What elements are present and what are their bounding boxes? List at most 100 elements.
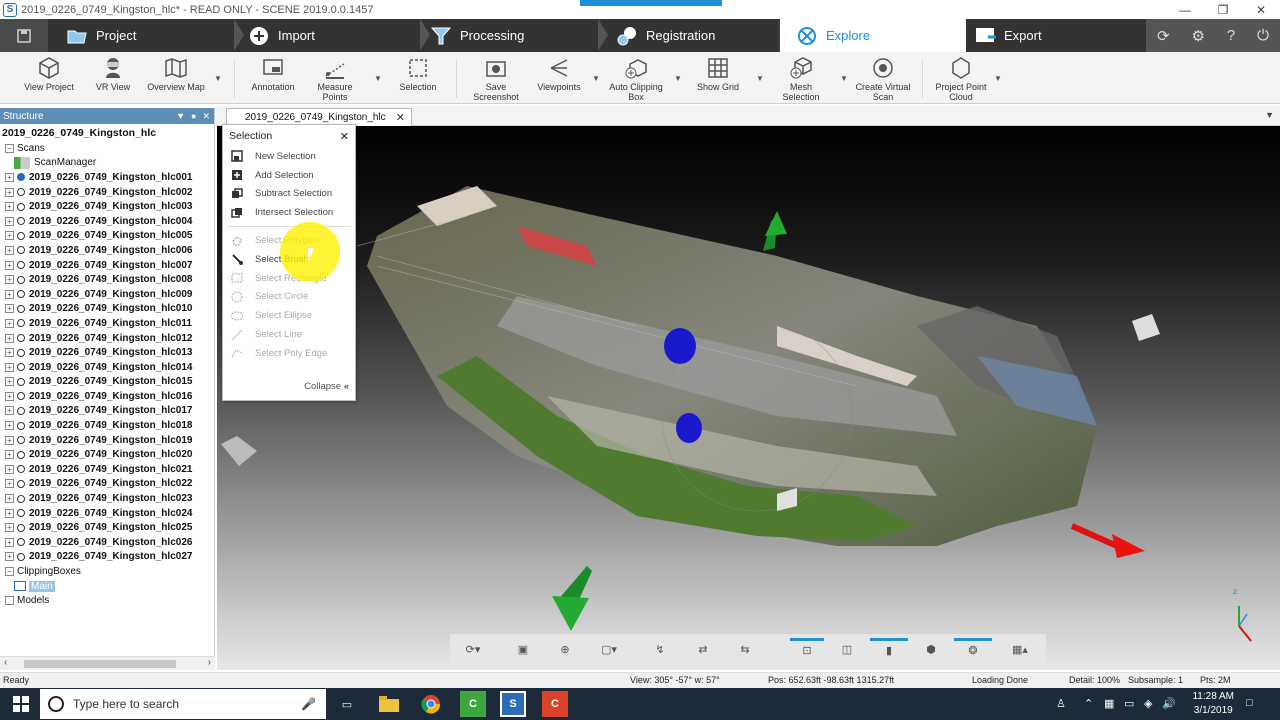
tab-import[interactable]: Import	[234, 19, 420, 52]
clipping-boxes-node[interactable]: − ClippingBoxes	[2, 564, 214, 579]
expand-icon[interactable]: +	[5, 304, 14, 314]
expand-icon[interactable]: +	[5, 216, 14, 226]
zoom-icon[interactable]: ⊕	[552, 638, 578, 660]
circle-menu-item[interactable]: Select Circle	[223, 288, 355, 307]
scan-item[interactable]: +2019_0226_0749_Kingston_hlc003	[2, 199, 214, 214]
scan-item[interactable]: +2019_0226_0749_Kingston_hlc012	[2, 331, 214, 346]
box-icon[interactable]: ⬢	[918, 638, 944, 660]
panel-menu-icon[interactable]: ▼	[176, 111, 185, 122]
view-project-button[interactable]: View Project	[20, 56, 78, 92]
wifi-icon[interactable]: ◈	[1144, 697, 1152, 710]
scan-item[interactable]: +2019_0226_0749_Kingston_hlc027	[2, 550, 214, 565]
expand-icon[interactable]: +	[5, 289, 14, 299]
line-menu-item[interactable]: Select Line	[223, 325, 355, 344]
overview-map-button[interactable]: Overview Map	[144, 56, 208, 92]
expand-icon[interactable]: +	[5, 318, 14, 328]
expand-icon[interactable]: +	[5, 508, 14, 518]
scan-item[interactable]: +2019_0226_0749_Kingston_hlc018	[2, 418, 214, 433]
tray-up-icon[interactable]: ⌃	[1084, 697, 1093, 710]
task-view-icon[interactable]: ▭	[334, 691, 360, 717]
collapse-button[interactable]: Collapse «	[304, 381, 349, 392]
restore-icon[interactable]: ❐	[1204, 0, 1242, 19]
scan-item[interactable]: +2019_0226_0749_Kingston_hlc004	[2, 214, 214, 229]
volume-icon[interactable]: 🔊	[1162, 697, 1176, 710]
expand-icon[interactable]: +	[5, 202, 14, 212]
expand-icon[interactable]: +	[5, 464, 14, 474]
grid-points-icon[interactable]: ❂	[954, 638, 992, 660]
battery-icon[interactable]: ▭	[1124, 697, 1134, 710]
overview-map-dropdown[interactable]: ▼	[214, 74, 222, 83]
scan-item[interactable]: +2019_0226_0749_Kingston_hlc009	[2, 287, 214, 302]
ellipse-menu-item[interactable]: Select Ellipse	[223, 306, 355, 325]
scan-item[interactable]: +2019_0226_0749_Kingston_hlc011	[2, 316, 214, 331]
add-selection-menu-item[interactable]: Add Selection	[223, 166, 355, 185]
project-root[interactable]: 2019_0226_0749_Kingston_hlc	[2, 125, 214, 141]
subtract-selection-menu-item[interactable]: Subtract Selection	[223, 185, 355, 204]
save-icon[interactable]	[0, 19, 48, 52]
scan-item[interactable]: +2019_0226_0749_Kingston_hlc021	[2, 462, 214, 477]
taskbar-search[interactable]: Type here to search 🎤	[40, 689, 326, 719]
models-node[interactable]: Models	[2, 593, 214, 608]
slice-icon[interactable]: ▮	[870, 638, 908, 660]
scan-item[interactable]: +2019_0226_0749_Kingston_hlc013	[2, 345, 214, 360]
flip-icon[interactable]: ⇄	[690, 638, 716, 660]
collapse-icon[interactable]: −	[5, 143, 14, 153]
vr-view-button[interactable]: VR View	[92, 56, 134, 92]
chrome-icon[interactable]	[418, 691, 444, 717]
scan-item[interactable]: +2019_0226_0749_Kingston_hlc010	[2, 302, 214, 317]
rotate-icon[interactable]: ⟳▾	[460, 638, 486, 660]
scan-item[interactable]: +2019_0226_0749_Kingston_hlc017	[2, 404, 214, 419]
scan-item[interactable]: +2019_0226_0749_Kingston_hlc022	[2, 477, 214, 492]
tab-explore[interactable]: Explore	[780, 19, 966, 52]
show-grid-dropdown[interactable]: ▼	[756, 74, 764, 83]
scan-item[interactable]: +2019_0226_0749_Kingston_hlc007	[2, 258, 214, 273]
scan-item[interactable]: +2019_0226_0749_Kingston_hlc020	[2, 447, 214, 462]
app-green-icon[interactable]: C	[460, 691, 486, 717]
scan-item[interactable]: +2019_0226_0749_Kingston_hlc026	[2, 535, 214, 550]
close-icon[interactable]: ✕	[1242, 0, 1280, 19]
expand-icon[interactable]: +	[5, 348, 14, 358]
poly-edge-menu-item[interactable]: Select Poly Edge	[223, 344, 355, 363]
show-grid-button[interactable]: Show Grid	[696, 56, 740, 92]
app-red-icon[interactable]: C	[542, 691, 568, 717]
tab-export[interactable]: Export	[966, 19, 1146, 52]
scroll-thumb[interactable]	[24, 660, 176, 668]
layout-grid-icon[interactable]: ▦▴	[1002, 638, 1038, 660]
save-screenshot-button[interactable]: Save Screenshot	[468, 56, 524, 102]
scan-item[interactable]: +2019_0226_0749_Kingston_hlc025	[2, 520, 214, 535]
scroll-left-icon[interactable]: ‹	[4, 657, 7, 668]
scan-item[interactable]: +2019_0226_0749_Kingston_hlc015	[2, 375, 214, 390]
close-tab-icon[interactable]: ✕	[396, 111, 405, 124]
mesh-selection-button[interactable]: Mesh Selection	[776, 56, 826, 102]
panel-close-icon[interactable]: ✕	[202, 111, 210, 122]
help-icon[interactable]: ?	[1227, 27, 1235, 44]
scan-item[interactable]: +2019_0226_0749_Kingston_hlc024	[2, 506, 214, 521]
scroll-right-icon[interactable]: ›	[208, 657, 211, 668]
scans-node[interactable]: − Scans	[2, 141, 214, 156]
new-selection-menu-item[interactable]: New Selection	[223, 147, 355, 166]
pin-icon[interactable]: ●	[191, 111, 196, 122]
expand-icon[interactable]: +	[5, 187, 14, 197]
expand-icon[interactable]: +	[5, 523, 14, 533]
project-point-cloud-dropdown[interactable]: ▼	[994, 74, 1002, 83]
expand-icon[interactable]: +	[5, 260, 14, 270]
intersect-selection-menu-item[interactable]: Intersect Selection	[223, 203, 355, 222]
split-view-icon[interactable]: ◫	[834, 638, 860, 660]
expand-icon[interactable]: +	[5, 377, 14, 387]
file-explorer-icon[interactable]	[376, 691, 402, 717]
point-cloud-viewport[interactable]: z	[217, 126, 1280, 670]
gear-icon[interactable]: ⚙	[1191, 27, 1204, 45]
scan-item[interactable]: +2019_0226_0749_Kingston_hlc016	[2, 389, 214, 404]
scan-item[interactable]: +2019_0226_0749_Kingston_hlc006	[2, 243, 214, 258]
scene-app-icon[interactable]: S	[500, 691, 526, 717]
measure-points-dropdown[interactable]: ▼	[374, 74, 382, 83]
expand-icon[interactable]: +	[5, 494, 14, 504]
expand-icon[interactable]: +	[5, 537, 14, 547]
scan-item[interactable]: +2019_0226_0749_Kingston_hlc019	[2, 433, 214, 448]
scan-item[interactable]: +2019_0226_0749_Kingston_hlc008	[2, 272, 214, 287]
people-icon[interactable]: ♙	[1056, 697, 1066, 710]
expand-icon[interactable]: +	[5, 479, 14, 489]
viewpoints-dropdown[interactable]: ▼	[592, 74, 600, 83]
create-virtual-scan-button[interactable]: Create Virtual Scan	[852, 56, 914, 102]
notification-icon[interactable]: □	[1246, 697, 1253, 709]
